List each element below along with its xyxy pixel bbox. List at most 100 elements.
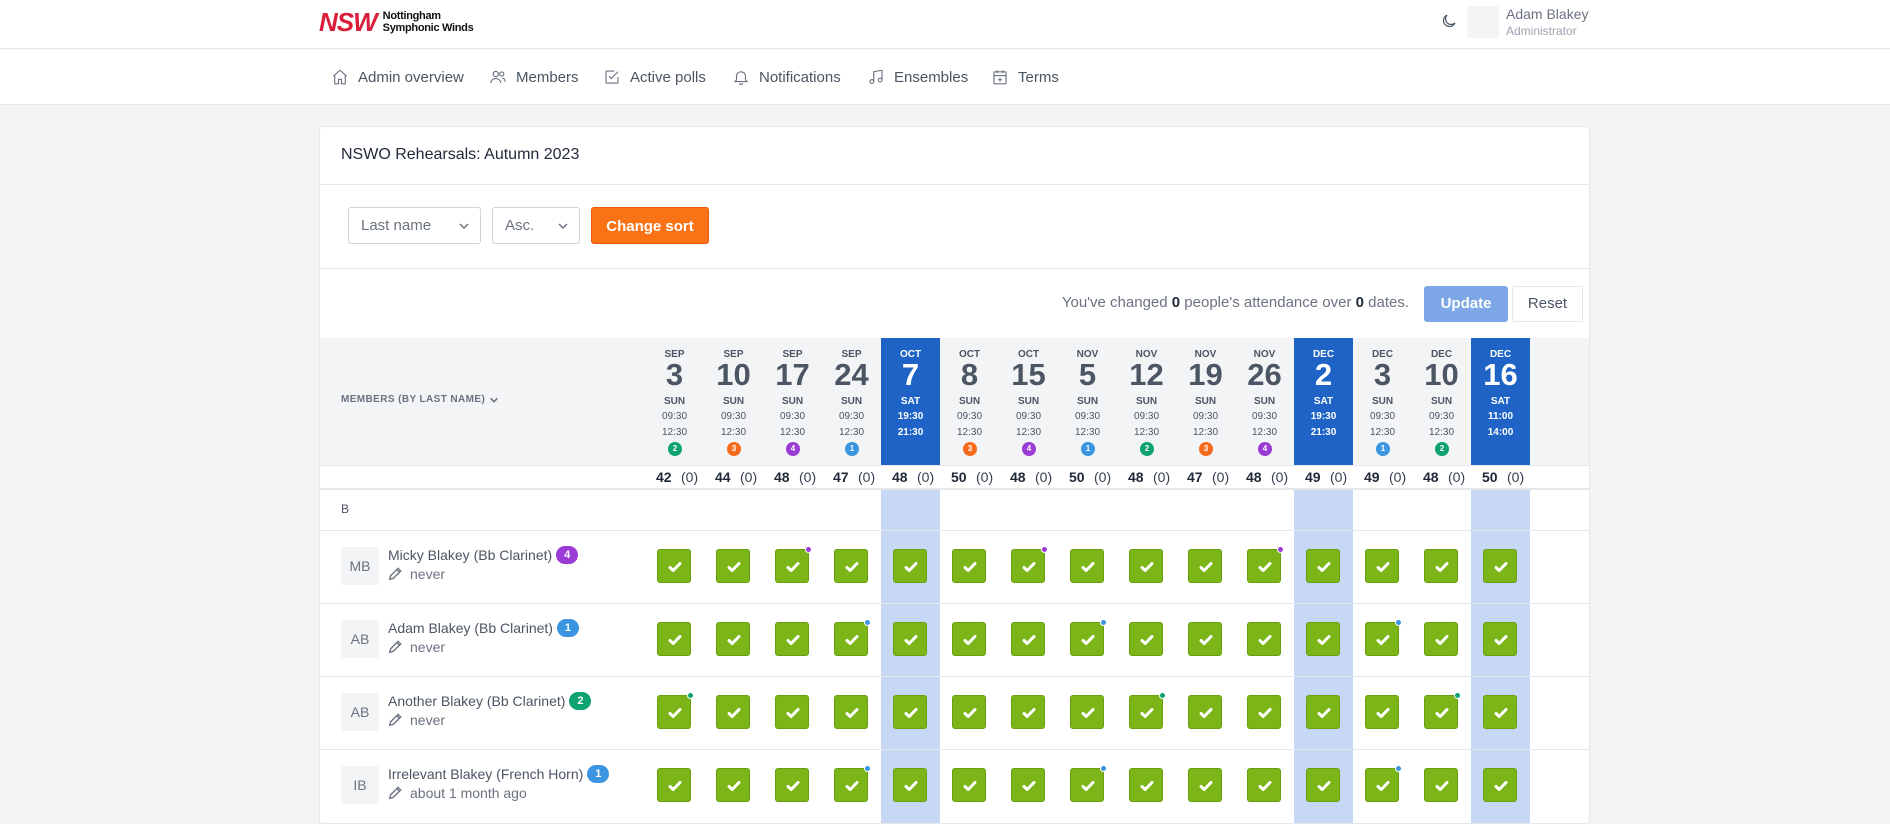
attendance-checkbox[interactable] bbox=[893, 695, 927, 729]
date-header[interactable]: SEP 24 SUN 09:30 12:30 1 bbox=[822, 338, 881, 465]
attendance-checkbox[interactable] bbox=[1011, 546, 1048, 583]
member-name[interactable]: Adam Blakey (Bb Clarinet) 1 bbox=[388, 619, 579, 637]
attendance-checkbox[interactable] bbox=[1247, 546, 1284, 583]
attendance-checkbox[interactable] bbox=[1188, 549, 1222, 583]
term-badge: 3 bbox=[727, 442, 741, 456]
date-header[interactable]: DEC 2 SAT 19:30 21:30 bbox=[1294, 338, 1353, 465]
date-header[interactable]: NOV 5 SUN 09:30 12:30 1 bbox=[1058, 338, 1117, 465]
attendance-checkbox[interactable] bbox=[1247, 768, 1281, 802]
attendance-checkbox[interactable] bbox=[657, 622, 691, 656]
attendance-checkbox[interactable] bbox=[657, 768, 691, 802]
attendance-checkbox[interactable] bbox=[834, 765, 871, 802]
attendance-checkbox[interactable] bbox=[716, 622, 750, 656]
member-last-edited[interactable]: never bbox=[388, 712, 445, 728]
attendance-checkbox[interactable] bbox=[893, 622, 927, 656]
moon-icon[interactable] bbox=[1440, 12, 1458, 30]
attendance-checkbox[interactable] bbox=[1188, 695, 1222, 729]
attendance-checkbox[interactable] bbox=[1188, 622, 1222, 656]
attendance-checkbox[interactable] bbox=[1070, 765, 1107, 802]
date-header[interactable]: OCT 7 SAT 19:30 21:30 bbox=[881, 338, 940, 465]
attendance-checkbox[interactable] bbox=[1365, 695, 1399, 729]
attendance-checkbox[interactable] bbox=[1483, 549, 1517, 583]
attendance-checkbox[interactable] bbox=[1129, 768, 1163, 802]
attendance-checkbox[interactable] bbox=[1070, 549, 1104, 583]
member-last-edited[interactable]: about 1 month ago bbox=[388, 785, 527, 801]
logo[interactable]: NSW Nottingham Symphonic Winds bbox=[319, 9, 474, 35]
attendance-checkbox[interactable] bbox=[775, 546, 812, 583]
attendance-checkbox[interactable] bbox=[1424, 768, 1458, 802]
attendance-checkbox[interactable] bbox=[834, 619, 871, 656]
date-header[interactable]: SEP 3 SUN 09:30 12:30 2 bbox=[645, 338, 704, 465]
nav-active-polls[interactable]: Active polls bbox=[603, 68, 706, 86]
date-header[interactable]: DEC 3 SUN 09:30 12:30 1 bbox=[1353, 338, 1412, 465]
members-sort-header[interactable]: MEMBERS (BY LAST NAME) bbox=[341, 394, 499, 405]
date-header[interactable]: NOV 19 SUN 09:30 12:30 3 bbox=[1176, 338, 1235, 465]
date-header[interactable]: SEP 10 SUN 09:30 12:30 3 bbox=[704, 338, 763, 465]
attendance-checkbox[interactable] bbox=[1483, 768, 1517, 802]
date-header[interactable]: OCT 8 SUN 09:30 12:30 3 bbox=[940, 338, 999, 465]
date-header[interactable]: OCT 15 SUN 09:30 12:30 4 bbox=[999, 338, 1058, 465]
attendance-checkbox[interactable] bbox=[1306, 622, 1340, 656]
attendance-checkbox[interactable] bbox=[1306, 768, 1340, 802]
user-name[interactable]: Adam Blakey bbox=[1506, 6, 1588, 22]
attendance-checkbox[interactable] bbox=[952, 768, 986, 802]
attendance-checkbox[interactable] bbox=[893, 549, 927, 583]
date-header[interactable]: DEC 16 SAT 11:00 14:00 bbox=[1471, 338, 1530, 465]
attendance-checkbox[interactable] bbox=[1247, 622, 1281, 656]
attendance-checkbox[interactable] bbox=[893, 768, 927, 802]
attendance-checkbox[interactable] bbox=[1129, 622, 1163, 656]
attendance-checkbox[interactable] bbox=[1483, 622, 1517, 656]
attendance-checkbox[interactable] bbox=[716, 768, 750, 802]
nav-notifications[interactable]: Notifications bbox=[732, 68, 841, 86]
attendance-checkbox[interactable] bbox=[1247, 695, 1281, 729]
nav-members[interactable]: Members bbox=[489, 68, 579, 86]
attendance-checkbox[interactable] bbox=[1011, 695, 1045, 729]
attendance-checkbox[interactable] bbox=[952, 695, 986, 729]
attendance-checkbox[interactable] bbox=[834, 549, 868, 583]
update-button[interactable]: Update bbox=[1424, 286, 1508, 322]
member-last-edited[interactable]: never bbox=[388, 566, 445, 582]
attendance-checkbox[interactable] bbox=[1011, 622, 1045, 656]
attendance-checkbox[interactable] bbox=[775, 768, 809, 802]
attendance-checkbox[interactable] bbox=[1129, 692, 1166, 729]
date-header[interactable]: SEP 17 SUN 09:30 12:30 4 bbox=[763, 338, 822, 465]
attendance-checkbox[interactable] bbox=[775, 622, 809, 656]
attendance-checkbox[interactable] bbox=[1306, 549, 1340, 583]
nav-terms[interactable]: Terms bbox=[991, 68, 1059, 86]
sort-field-select[interactable]: Last name bbox=[348, 207, 481, 244]
attendance-checkbox[interactable] bbox=[1129, 549, 1163, 583]
member-name[interactable]: Micky Blakey (Bb Clarinet) 4 bbox=[388, 546, 579, 564]
attendance-checkbox[interactable] bbox=[716, 695, 750, 729]
attendance-checkbox[interactable] bbox=[716, 549, 750, 583]
attendance-checkbox[interactable] bbox=[657, 692, 694, 729]
attendance-checkbox[interactable] bbox=[834, 695, 868, 729]
attendance-checkbox[interactable] bbox=[1365, 549, 1399, 583]
attendance-checkbox[interactable] bbox=[1424, 622, 1458, 656]
attendance-checkbox[interactable] bbox=[1424, 549, 1458, 583]
member-name[interactable]: Irrelevant Blakey (French Horn) 1 bbox=[388, 765, 610, 783]
attendance-checkbox[interactable] bbox=[1424, 692, 1461, 729]
attendance-checkbox[interactable] bbox=[1070, 695, 1104, 729]
date-header[interactable]: DEC 10 SUN 09:30 12:30 2 bbox=[1412, 338, 1471, 465]
member-last-edited[interactable]: never bbox=[388, 639, 445, 655]
nav-ensembles[interactable]: Ensembles bbox=[867, 68, 968, 86]
nav-admin-overview[interactable]: Admin overview bbox=[331, 68, 464, 86]
attendance-checkbox[interactable] bbox=[1306, 695, 1340, 729]
avatar[interactable] bbox=[1467, 6, 1499, 38]
attendance-checkbox[interactable] bbox=[1483, 695, 1517, 729]
sort-order-select[interactable]: Asc. bbox=[492, 207, 580, 244]
attendance-checkbox[interactable] bbox=[1070, 619, 1107, 656]
attendance-checkbox[interactable] bbox=[1011, 768, 1045, 802]
attendance-checkbox[interactable] bbox=[657, 549, 691, 583]
change-sort-button[interactable]: Change sort bbox=[591, 207, 709, 244]
attendance-checkbox[interactable] bbox=[1188, 768, 1222, 802]
date-header[interactable]: NOV 26 SUN 09:30 12:30 4 bbox=[1235, 338, 1294, 465]
member-name[interactable]: Another Blakey (Bb Clarinet) 2 bbox=[388, 692, 592, 710]
date-header[interactable]: NOV 12 SUN 09:30 12:30 2 bbox=[1117, 338, 1176, 465]
attendance-checkbox[interactable] bbox=[952, 549, 986, 583]
attendance-checkbox[interactable] bbox=[1365, 765, 1402, 802]
attendance-checkbox[interactable] bbox=[952, 622, 986, 656]
attendance-checkbox[interactable] bbox=[775, 695, 809, 729]
attendance-checkbox[interactable] bbox=[1365, 619, 1402, 656]
reset-button[interactable]: Reset bbox=[1512, 286, 1583, 322]
